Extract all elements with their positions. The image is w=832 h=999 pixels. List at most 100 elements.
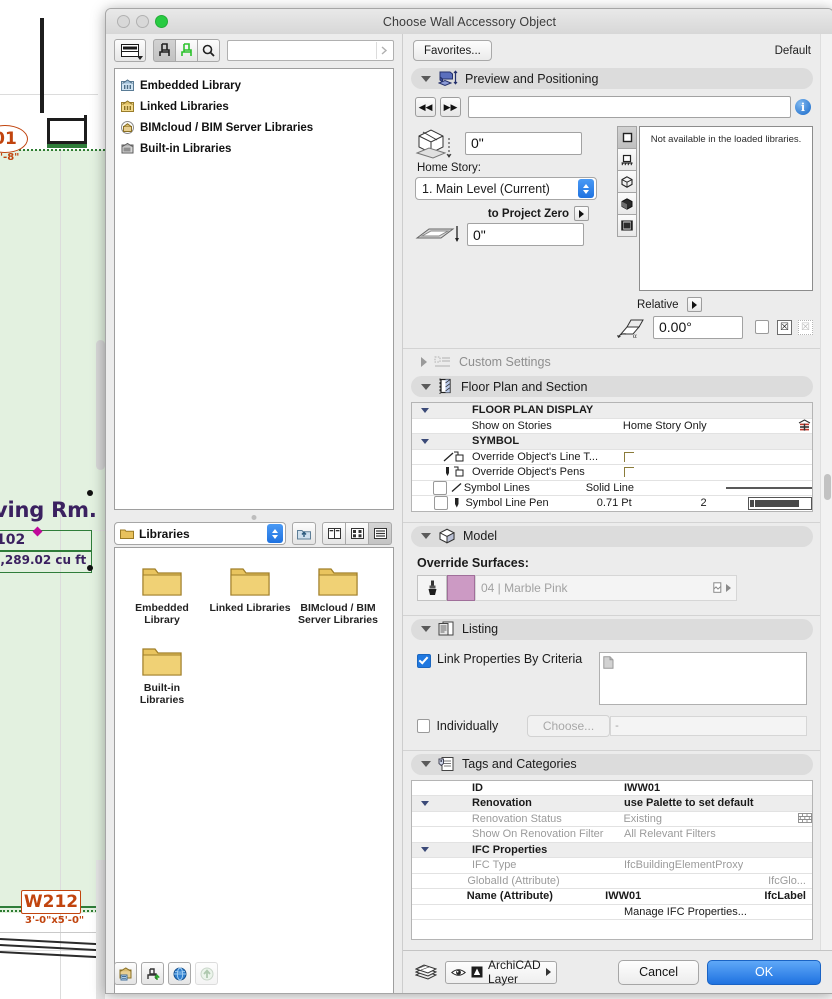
section-header-tags-categories[interactable]: Tags and Categories xyxy=(411,753,813,775)
section-header-floor-plan-section[interactable]: Floor Plan and Section xyxy=(411,376,813,397)
symbol-line-pen-checkbox[interactable] xyxy=(434,496,449,511)
section-header-custom-settings[interactable]: Custom Settings xyxy=(411,351,813,372)
criteria-list-box[interactable] xyxy=(599,651,807,705)
settings-scrollbar-thumb[interactable] xyxy=(824,474,831,500)
close-button[interactable] xyxy=(117,15,130,28)
paint-brush-button[interactable] xyxy=(417,574,447,601)
object-preview-area[interactable]: Not available in the loaded libraries. xyxy=(639,126,813,291)
object-name-field[interactable] xyxy=(468,96,791,118)
project-zero-field[interactable]: 0" xyxy=(467,223,584,246)
choose-button[interactable]: Choose... xyxy=(526,714,611,737)
list-view-button[interactable] xyxy=(369,522,392,545)
maximize-button[interactable] xyxy=(155,15,168,28)
cancel-button[interactable]: Cancel xyxy=(618,959,699,985)
table-row[interactable]: ID IWW01 xyxy=(412,781,812,796)
dialog-titlebar[interactable]: Choose Wall Accessory Object xyxy=(106,9,832,35)
favorites-button[interactable]: Favorites... xyxy=(413,40,492,61)
table-row[interactable]: IFC Type IfcBuildingElementProxy xyxy=(412,858,812,874)
pen-swatch-cell[interactable] xyxy=(748,496,812,510)
symbol-lines-checkbox[interactable] xyxy=(432,480,447,495)
table-group-row[interactable]: SYMBOL xyxy=(412,434,812,450)
view-mode-button[interactable] xyxy=(114,38,146,62)
settings-scrollbar[interactable] xyxy=(820,34,832,951)
row-value[interactable]: Home Story Only xyxy=(623,420,742,432)
group-collapse-toggle[interactable] xyxy=(412,847,438,853)
table-row[interactable]: Override Object's Pens xyxy=(412,465,812,481)
table-row[interactable]: Show on Stories Home Story Only xyxy=(412,419,812,434)
table-group-row[interactable]: Renovation use Palette to set default xyxy=(412,796,812,812)
pane-splitter-handle[interactable] xyxy=(251,515,257,520)
all-objects-filter-button[interactable] xyxy=(153,38,176,62)
table-row[interactable]: Renovation Status Existing xyxy=(412,812,812,827)
search-input[interactable] xyxy=(230,43,376,57)
surface-combo[interactable]: 04 | Marble Pink xyxy=(475,574,737,601)
section-header-preview-positioning[interactable]: Preview and Positioning xyxy=(411,68,813,89)
link-properties-checkbox[interactable] xyxy=(417,653,431,668)
show-on-stories-icon-cell[interactable] xyxy=(797,419,812,433)
add-embedded-library-button[interactable] xyxy=(114,962,137,985)
background-scrollbar-thumb[interactable] xyxy=(96,340,105,470)
mirror-checkbox[interactable] xyxy=(755,320,769,334)
path-combo-box[interactable]: Libraries xyxy=(114,522,286,545)
folder-up-button[interactable] xyxy=(292,522,316,545)
next-object-button[interactable]: ▶▶ xyxy=(440,97,461,117)
library-folder-grid[interactable]: Embedded Library Linked Libraries BIMclo… xyxy=(114,547,394,993)
table-row[interactable]: Symbol Line Pen 0.71 Pt 2 xyxy=(412,496,812,511)
folder-item[interactable]: BIMcloud / BIM Server Libraries xyxy=(297,564,379,626)
preview-tab-axonometry[interactable] xyxy=(617,170,637,192)
group-collapse-toggle[interactable] xyxy=(412,407,438,413)
tree-item-embedded-library[interactable]: Embedded Library xyxy=(115,75,393,96)
home-story-combo[interactable]: 1. Main Level (Current) xyxy=(415,177,597,200)
tree-item-linked-libraries[interactable]: Linked Libraries xyxy=(115,96,393,117)
library-tree[interactable]: Embedded Library Linked Libraries BIMclo… xyxy=(114,68,394,510)
mirror-y-button[interactable]: ☒ xyxy=(798,319,813,335)
row-value[interactable]: All Relevant Filters xyxy=(624,828,716,840)
loaded-objects-filter-button[interactable] xyxy=(176,38,198,62)
individually-checkbox[interactable] xyxy=(417,718,431,733)
manage-ifc-properties-link[interactable]: Manage IFC Properties... xyxy=(624,906,747,918)
table-row[interactable]: Symbol Lines Solid Line xyxy=(412,480,812,496)
tree-item-bimcloud-libraries[interactable]: BIMcloud / BIM Server Libraries xyxy=(115,117,393,138)
mirror-x-button[interactable]: ☒ xyxy=(777,319,792,335)
search-toggle-button[interactable] xyxy=(198,38,220,62)
table-row[interactable]: Manage IFC Properties... xyxy=(412,905,812,920)
row-value-secondary[interactable]: 2 xyxy=(700,497,748,509)
table-row[interactable]: GlobalId (Attribute) IfcGlo... xyxy=(412,874,812,889)
home-story-stepper[interactable] xyxy=(578,179,594,198)
background-scrollbar-track[interactable] xyxy=(96,860,105,999)
elevation-field[interactable]: 0" xyxy=(465,131,582,155)
preview-tab-front-view[interactable] xyxy=(617,148,637,170)
table-group-row[interactable]: IFC Properties xyxy=(412,842,812,858)
row-value[interactable]: Solid Line xyxy=(586,482,682,494)
add-bimcloud-library-button[interactable] xyxy=(168,962,191,985)
group-collapse-toggle[interactable] xyxy=(412,800,438,806)
layer-combo-box[interactable]: ArchiCAD Layer xyxy=(445,958,557,986)
folder-item[interactable]: Built-in Libraries xyxy=(121,644,203,706)
row-value[interactable]: IWW01 xyxy=(624,782,744,794)
folder-item[interactable]: Linked Libraries xyxy=(209,564,291,626)
rotation-angle-field[interactable]: 0.00° xyxy=(653,315,743,339)
section-header-model[interactable]: Model xyxy=(411,525,813,547)
minimize-button[interactable] xyxy=(136,15,149,28)
upload-library-button[interactable] xyxy=(195,962,218,985)
group-collapse-toggle[interactable] xyxy=(412,438,438,444)
project-zero-menu-button[interactable] xyxy=(574,206,589,221)
table-row[interactable]: Show On Renovation Filter All Relevant F… xyxy=(412,827,812,843)
add-linked-library-button[interactable] xyxy=(141,962,164,985)
row-value[interactable]: IWW01 xyxy=(605,890,714,902)
table-group-row[interactable]: FLOOR PLAN DISPLAY xyxy=(412,403,812,419)
search-next-arrow[interactable] xyxy=(376,41,391,59)
individually-value-field[interactable]: - xyxy=(610,715,807,736)
icon-view-button[interactable] xyxy=(346,522,369,545)
surface-color-swatch[interactable] xyxy=(447,574,475,601)
previous-object-button[interactable]: ◀◀ xyxy=(415,97,436,117)
row-value[interactable] xyxy=(624,467,744,478)
preview-tab-2d-symbol[interactable] xyxy=(617,126,637,148)
preview-tab-3d-view[interactable] xyxy=(617,192,637,214)
table-row[interactable]: Name (Attribute) IWW01 IfcLabel xyxy=(412,889,812,905)
info-button[interactable]: i xyxy=(795,99,811,115)
row-value[interactable]: 0.71 Pt xyxy=(597,497,701,509)
relative-menu-button[interactable] xyxy=(686,297,702,312)
folder-item[interactable]: Embedded Library xyxy=(121,564,203,626)
section-header-listing[interactable]: Listing xyxy=(411,618,813,640)
